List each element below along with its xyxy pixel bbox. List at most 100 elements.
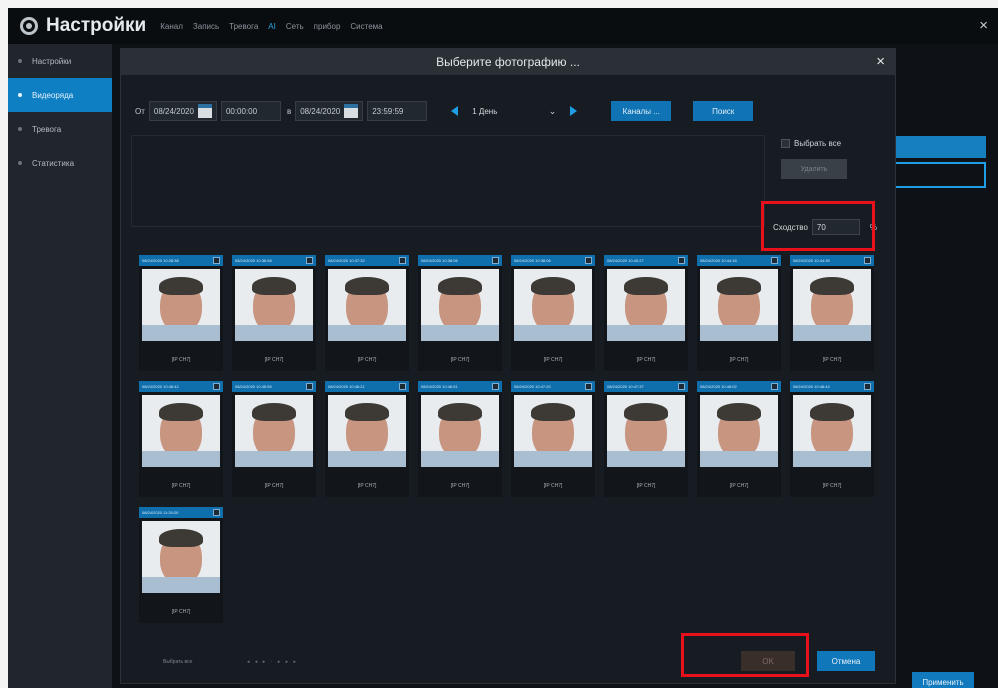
menu-item-channel[interactable]: Канал (160, 22, 183, 31)
checkbox-icon[interactable] (213, 257, 220, 264)
footer-select-all[interactable]: Выбрать все (163, 659, 192, 665)
checkbox-icon[interactable] (306, 257, 313, 264)
menu-item-alarm[interactable]: Тревога (229, 22, 258, 31)
checkbox-icon[interactable] (492, 383, 499, 390)
result-card[interactable]: 08/24/2020 10:28:38 [IP CH7] (139, 255, 223, 371)
result-card[interactable]: 08/24/2020 10:46:51 [IP CH7] (418, 381, 502, 497)
face-photo[interactable] (514, 269, 592, 341)
checkbox-icon[interactable] (306, 383, 313, 390)
cancel-button[interactable]: Отмена (817, 651, 875, 671)
from-date-field[interactable]: 08/24/2020 (148, 101, 217, 121)
close-icon[interactable]: × (876, 53, 885, 70)
face-photo[interactable] (328, 395, 406, 467)
result-card[interactable]: 08/24/2020 10:38:06 [IP CH7] (511, 255, 595, 371)
checkbox-icon[interactable] (213, 383, 220, 390)
checkbox-icon[interactable] (399, 383, 406, 390)
checkbox-icon[interactable] (678, 383, 685, 390)
sidebar-item-statistics[interactable]: Статистика (8, 146, 112, 180)
menu-item-device[interactable]: прибор (314, 22, 341, 31)
checkbox-icon[interactable] (771, 383, 778, 390)
hair-shape (624, 277, 668, 295)
face-photo[interactable] (793, 395, 871, 467)
face-photo[interactable] (235, 395, 313, 467)
result-card[interactable]: 08/24/2020 10:44:18 [IP CH7] (697, 255, 781, 371)
menu-item-ai[interactable]: AI (268, 22, 276, 31)
checkbox-icon[interactable] (678, 257, 685, 264)
pagination-icons[interactable]: ◂ ◂ ▸ · ▸ ▸ ▸ (247, 659, 298, 665)
to-time-field[interactable]: 23:59:59 (367, 101, 428, 121)
background-panel-field[interactable] (892, 162, 986, 188)
shirt-shape (514, 325, 592, 341)
face-photo[interactable] (607, 395, 685, 467)
result-card[interactable]: 08/24/2020 10:37:32 [IP CH7] (325, 255, 409, 371)
card-channel: [IP CH7] (729, 483, 749, 489)
card-time: 08/24/2020 10:38:06 (421, 258, 458, 263)
card-time: 08/24/2020 10:36:58 (235, 258, 272, 263)
result-card[interactable]: 08/24/2020 10:36:58 [IP CH7] (232, 255, 316, 371)
hair-shape (159, 403, 203, 421)
apply-button[interactable]: Применить (912, 672, 974, 688)
hair-shape (531, 403, 575, 421)
card-channel: [IP CH7] (543, 483, 563, 489)
sidebar: Настройки Видеоряда Тревога Статистика (8, 44, 112, 688)
result-card[interactable]: 08/24/2020 10:48:02 [IP CH7] (697, 381, 781, 497)
face-photo[interactable] (421, 395, 499, 467)
next-day-icon[interactable] (570, 106, 578, 116)
result-card[interactable]: 08/24/2020 11:20:20 [IP CH7] (139, 507, 223, 623)
period-select[interactable]: 1 День ⌄ (466, 101, 562, 121)
result-card[interactable]: 08/24/2020 10:45:59 [IP CH7] (232, 381, 316, 497)
face-photo[interactable] (514, 395, 592, 467)
calendar-icon[interactable] (197, 104, 212, 118)
sidebar-item-settings[interactable]: Настройки (8, 44, 112, 78)
shirt-shape (514, 451, 592, 467)
bullet-icon (18, 161, 22, 165)
checkbox-icon[interactable] (864, 383, 871, 390)
app-window: Настройки Канал Запись Тревога AI Сеть п… (8, 8, 998, 688)
face-photo[interactable] (328, 269, 406, 341)
checkbox-icon[interactable] (492, 257, 499, 264)
result-card[interactable]: 08/24/2020 10:46:21 [IP CH7] (325, 381, 409, 497)
result-card[interactable]: 08/24/2020 10:47:37 [IP CH7] (604, 381, 688, 497)
card-channel: [IP CH7] (636, 483, 656, 489)
shirt-shape (328, 325, 406, 341)
sidebar-item-alarm[interactable]: Тревога (8, 112, 112, 146)
from-time-field[interactable]: 00:00:00 (220, 101, 281, 121)
result-card[interactable]: 08/24/2020 10:47:20 [IP CH7] (511, 381, 595, 497)
channels-button[interactable]: Каналы ... (611, 101, 672, 121)
face-photo[interactable] (142, 521, 220, 593)
result-card[interactable]: 08/24/2020 10:38:06 [IP CH7] (418, 255, 502, 371)
checkbox-icon[interactable] (771, 257, 778, 264)
checkbox-icon[interactable] (585, 383, 592, 390)
face-photo[interactable] (235, 269, 313, 341)
calendar-icon[interactable] (344, 104, 359, 118)
app-close-icon[interactable]: × (979, 17, 988, 34)
to-date-value: 08/24/2020 (300, 106, 341, 116)
previous-day-icon[interactable] (451, 106, 459, 116)
menu-item-system[interactable]: Система (350, 22, 382, 31)
result-card[interactable]: 08/24/2020 10:46:42 [IP CH7] (139, 381, 223, 497)
sidebar-item-video[interactable]: Видеоряда (8, 78, 112, 112)
face-photo[interactable] (421, 269, 499, 341)
checkbox-icon[interactable] (399, 257, 406, 264)
delete-button[interactable]: Удалить (781, 159, 847, 179)
face-photo[interactable] (700, 269, 778, 341)
to-date-field[interactable]: 08/24/2020 (295, 101, 364, 121)
hair-shape (717, 403, 761, 421)
checkbox-icon[interactable] (781, 139, 790, 148)
search-button[interactable]: Поиск (693, 101, 754, 121)
face-photo[interactable] (142, 269, 220, 341)
face-photo[interactable] (793, 269, 871, 341)
result-card[interactable]: 08/24/2020 10:44:35 [IP CH7] (790, 255, 874, 371)
menu-item-network[interactable]: Сеть (286, 22, 304, 31)
checkbox-icon[interactable] (213, 509, 220, 516)
checkbox-icon[interactable] (585, 257, 592, 264)
checkbox-icon[interactable] (864, 257, 871, 264)
menu-item-record[interactable]: Запись (193, 22, 219, 31)
face-photo[interactable] (700, 395, 778, 467)
select-all-toggle[interactable]: Выбрать все (781, 139, 841, 148)
result-card[interactable]: 08/24/2020 10:40:27 [IP CH7] (604, 255, 688, 371)
face-photo[interactable] (607, 269, 685, 341)
search-filter-bar: От 08/24/2020 00:00:00 в 08/24/2020 23:5… (135, 101, 754, 121)
result-card[interactable]: 08/24/2020 10:48:44 [IP CH7] (790, 381, 874, 497)
face-photo[interactable] (142, 395, 220, 467)
